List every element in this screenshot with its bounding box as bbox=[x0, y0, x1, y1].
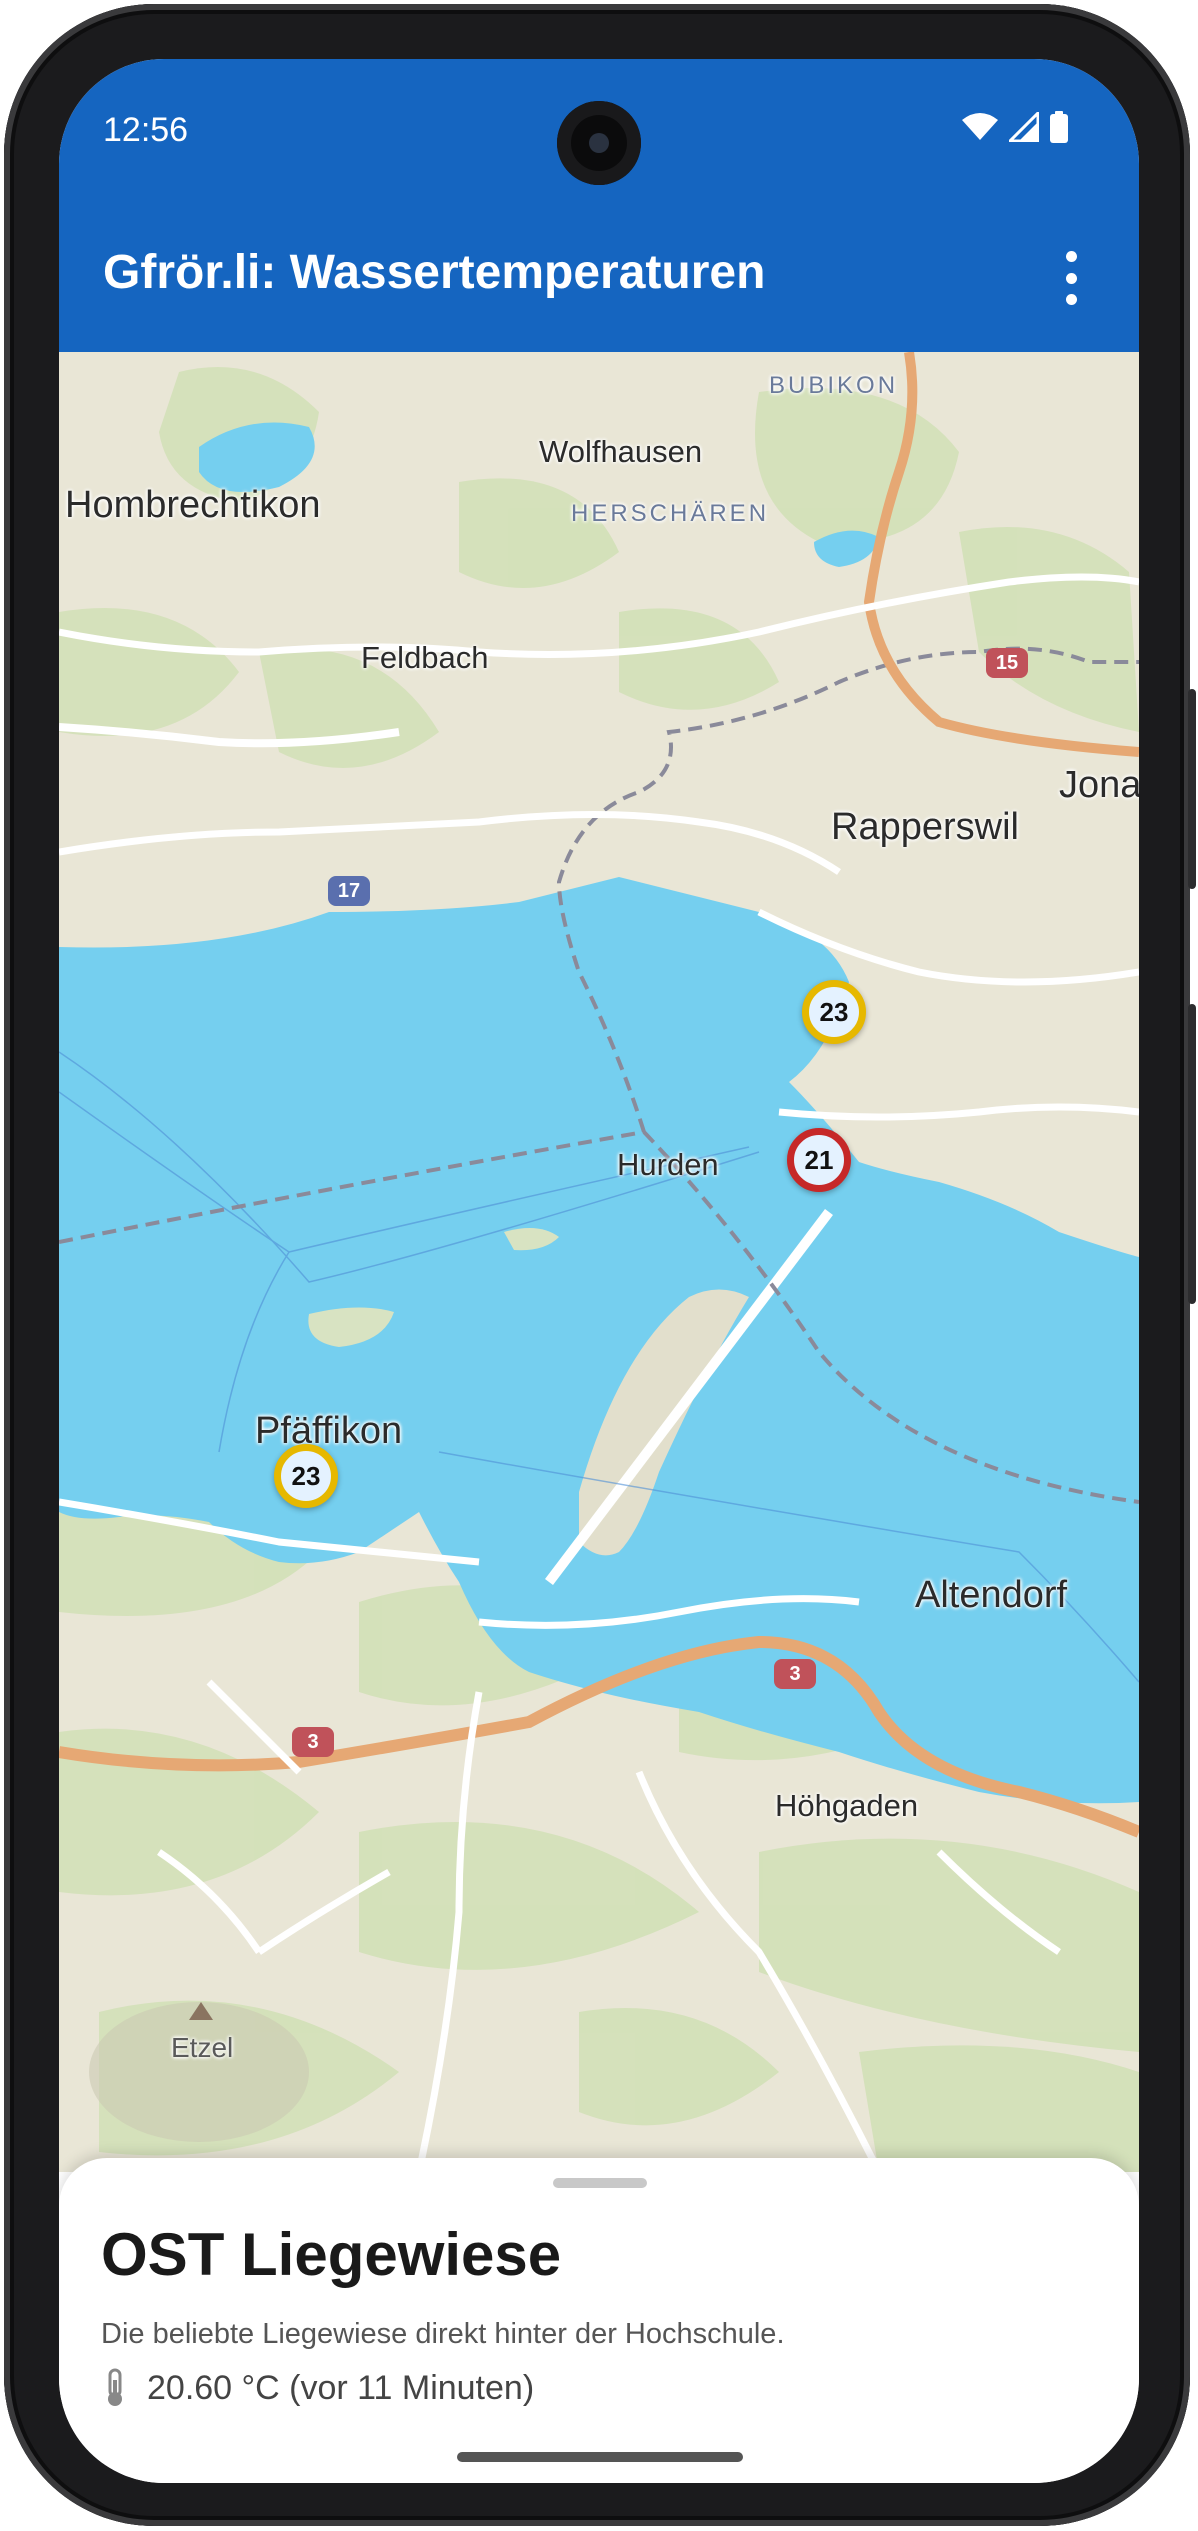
temperature-value: 20.60 °C (vor 11 Minuten) bbox=[147, 2368, 535, 2407]
map-label-bubikon: BUBIKON bbox=[769, 372, 899, 399]
map-label-feldbach: Feldbach bbox=[361, 640, 489, 675]
phone-frame: 12:56 Gfrör.li: Wassertemperaturen BUBIK… bbox=[4, 4, 1196, 2526]
road-badge-3-east: 3 bbox=[774, 1659, 816, 1689]
map-label-rapperswil: Rapperswil bbox=[831, 806, 1019, 848]
app-title: Gfrör.li: Wassertemperaturen bbox=[103, 246, 766, 299]
location-detail-sheet[interactable]: OST Liegewiese Die beliebte Liegewiese d… bbox=[59, 2158, 1139, 2483]
wifi-icon bbox=[962, 113, 998, 140]
map-label-hombrechtikon: Hombrechtikon bbox=[65, 484, 321, 526]
road-badge-17: 17 bbox=[328, 876, 370, 906]
status-time: 12:56 bbox=[103, 111, 189, 149]
temperature-row: 20.60 °C (vor 11 Minuten) bbox=[101, 2368, 534, 2408]
cellular-signal-icon bbox=[1009, 112, 1039, 142]
power-button bbox=[1188, 689, 1196, 889]
temperature-marker-pfaffikon[interactable]: 23 bbox=[274, 1444, 338, 1508]
app-bar: 12:56 Gfrör.li: Wassertemperaturen bbox=[59, 59, 1139, 352]
screen: 12:56 Gfrör.li: Wassertemperaturen BUBIK… bbox=[59, 59, 1139, 2483]
mountain-peak-icon bbox=[189, 2002, 213, 2020]
road-badge-3-west: 3 bbox=[292, 1727, 334, 1757]
status-icons bbox=[961, 111, 1069, 143]
map-background bbox=[59, 352, 1139, 2172]
map-label-altendorf: Altendorf bbox=[915, 1574, 1068, 1616]
thermometer-icon bbox=[108, 2368, 122, 2406]
more-vert-icon[interactable] bbox=[1051, 251, 1091, 305]
map-label-etzel: Etzel bbox=[171, 2032, 234, 2063]
map-label-hohgaden: Höhgaden bbox=[775, 1788, 919, 1823]
temperature-marker-rapperswil-north[interactable]: 23 bbox=[802, 980, 866, 1044]
map-label-wolfhausen: Wolfhausen bbox=[539, 434, 703, 469]
map-label-hurden: Hurden bbox=[617, 1147, 719, 1182]
map-label-pfaffikon: Pfäffikon bbox=[255, 1410, 403, 1452]
sheet-drag-handle[interactable] bbox=[553, 2178, 647, 2188]
temperature-marker-rapperswil-south[interactable]: 21 bbox=[787, 1128, 851, 1192]
road-badge-15: 15 bbox=[986, 648, 1028, 678]
map-view[interactable]: BUBIKON Wolfhausen HERSCHÄREN Hombrechti… bbox=[59, 352, 1139, 2172]
location-description: Die beliebte Liegewiese direkt hinter de… bbox=[101, 2318, 785, 2350]
map-label-jona: Jona bbox=[1059, 764, 1139, 806]
volume-button bbox=[1188, 1004, 1196, 1304]
location-title: OST Liegewiese bbox=[101, 2221, 562, 2288]
gesture-home-bar[interactable] bbox=[457, 2452, 743, 2462]
front-camera bbox=[557, 101, 641, 185]
map-label-herscharen: HERSCHÄREN bbox=[571, 500, 770, 527]
battery-icon bbox=[1050, 111, 1068, 143]
